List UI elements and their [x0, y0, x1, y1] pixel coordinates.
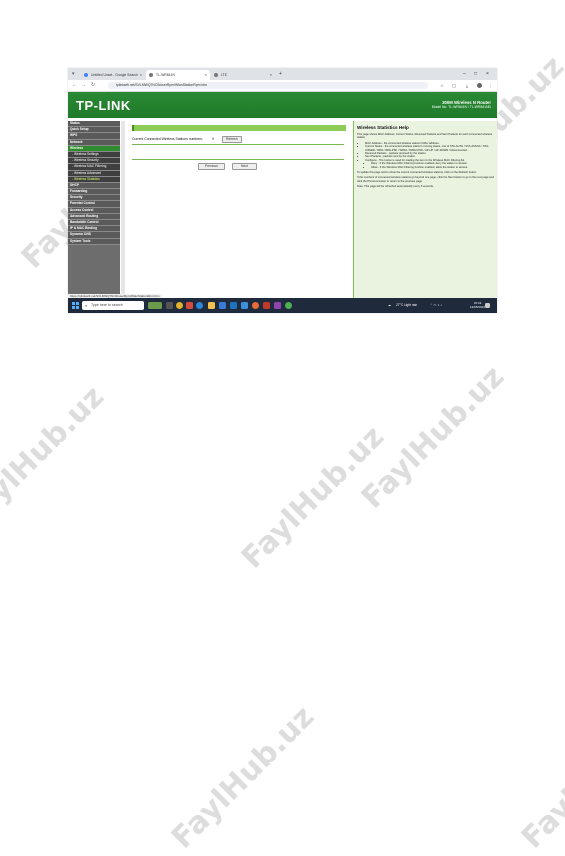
download-icon[interactable]: ⤓	[466, 80, 468, 91]
main-content: Wireless Statistics Current Connected Wi…	[126, 121, 351, 298]
globe-icon	[214, 73, 218, 77]
browser-tab-bar: ▾ Untitled Unset - Google Search × TL-WR…	[68, 68, 497, 80]
app-icon[interactable]	[274, 302, 281, 309]
file-explorer-icon[interactable]	[208, 302, 215, 309]
new-tab-button[interactable]: +	[279, 68, 282, 80]
globe-icon	[149, 73, 153, 77]
help-paragraph: To update this page and to show the curr…	[357, 171, 477, 175]
section-title: Wireless Statistics	[132, 125, 346, 139]
edge-icon[interactable]	[196, 302, 203, 309]
url-input[interactable]: tplinkwifi.net/SVLMWQ7NO3/userRpm/WlanSt…	[108, 82, 428, 89]
close-icon[interactable]: ×	[205, 70, 207, 80]
back-icon[interactable]: ←	[72, 80, 77, 91]
scrollbar[interactable]	[121, 121, 125, 298]
close-icon[interactable]: ×	[270, 70, 272, 80]
extensions-icon[interactable]: ▢	[452, 80, 456, 91]
help-paragraph: If the numbers of connected wireless sta…	[357, 176, 494, 183]
tab-router[interactable]: TL-WR841N ×	[146, 70, 210, 80]
weather-status[interactable]: 27°C Light rain	[396, 298, 417, 313]
help-list: MAC Address - the connected wireless sta…	[357, 142, 494, 169]
task-view-icon[interactable]	[166, 302, 173, 309]
tab-list-icon[interactable]: ▾	[72, 68, 75, 80]
list-item: Allow - If the Wireless MAC Filtering fu…	[371, 166, 494, 169]
watermark: FaylHub.uz	[354, 359, 512, 516]
app-icon[interactable]	[252, 302, 259, 309]
divider	[132, 144, 344, 145]
minimize-icon[interactable]: –	[463, 68, 466, 80]
watermark: FaylHub.uz	[164, 699, 322, 856]
product-info: 300M Wireless N Router Model No. TL-WR84…	[431, 100, 491, 109]
sidebar-menu: Status Quick Setup WPS Network Wireless - Wir…	[68, 121, 120, 298]
station-count: 0	[212, 137, 214, 141]
windows-start-icon[interactable]	[72, 302, 79, 309]
router-page: TP-LINK 300M Wireless N Router Model No.…	[68, 92, 497, 298]
tab-google-search[interactable]: Untitled Unset - Google Search ×	[81, 70, 145, 80]
close-window-icon[interactable]: ×	[486, 68, 489, 80]
chrome-icon[interactable]	[176, 302, 183, 309]
app-icon[interactable]	[186, 302, 193, 309]
watermark: FaylHub.uz	[234, 419, 392, 576]
app-icon[interactable]	[219, 302, 226, 309]
taskbar-search-input[interactable]: ⌕ Type here to search	[82, 301, 144, 310]
avatar[interactable]	[477, 83, 482, 88]
screenshot: ▾ Untitled Unset - Google Search × TL-WR…	[68, 68, 497, 313]
station-count-row: Current Connected Wireless Stations numb…	[132, 137, 214, 141]
mail-icon[interactable]	[230, 302, 237, 309]
forward-icon[interactable]: →	[81, 80, 86, 91]
help-panel: Wireless Statistics Help This page shows…	[353, 121, 497, 298]
app-icon[interactable]	[263, 302, 270, 309]
address-bar: ← → ↻ tplinkwifi.net/SVLMWQ7NO3/userRpm/…	[68, 80, 497, 92]
clock[interactable]: 15:43 12/05/2024	[470, 301, 485, 309]
store-icon[interactable]	[241, 302, 248, 309]
widgets-icon[interactable]	[148, 302, 162, 309]
next-button[interactable]: Next	[232, 163, 257, 170]
refresh-button[interactable]: Refresh	[222, 136, 242, 143]
close-icon[interactable]: ×	[140, 70, 142, 80]
chrome-icon[interactable]	[285, 302, 292, 309]
reload-icon[interactable]: ↻	[91, 80, 95, 91]
tp-link-logo: TP-LINK	[76, 98, 131, 113]
google-icon	[84, 73, 88, 77]
watermark: FaylHub.uz	[514, 699, 565, 856]
previous-button[interactable]: Previous	[198, 163, 225, 170]
sidebar-item[interactable]: System Tools	[68, 238, 120, 245]
weather-icon[interactable]: ☁	[388, 298, 391, 313]
maximize-icon[interactable]: □	[474, 68, 477, 80]
help-note: Note: This page will be refreshed automa…	[357, 185, 434, 189]
help-title: Wireless Statistics Help	[357, 125, 409, 130]
tab-lte[interactable]: LTE ×	[211, 70, 275, 80]
help-intro: This page shows MAC Address, Current Sta…	[357, 133, 493, 140]
search-icon: ⌕	[85, 303, 88, 308]
taskbar: ⌕ Type here to search ☁ 27°C Light rain …	[68, 298, 497, 313]
watermark: FaylHub.uz	[0, 379, 112, 536]
divider	[132, 159, 344, 160]
router-banner: TP-LINK 300M Wireless N Router Model No.…	[68, 92, 497, 118]
list-item: Current Status - the connected wireless …	[365, 145, 494, 152]
tray-icons[interactable]: ⌃ ▭ ◖ ♪	[430, 298, 442, 313]
star-icon[interactable]: ☆	[440, 80, 444, 91]
notification-icon[interactable]	[485, 303, 490, 308]
menu-icon[interactable]: ⋮	[488, 80, 493, 91]
